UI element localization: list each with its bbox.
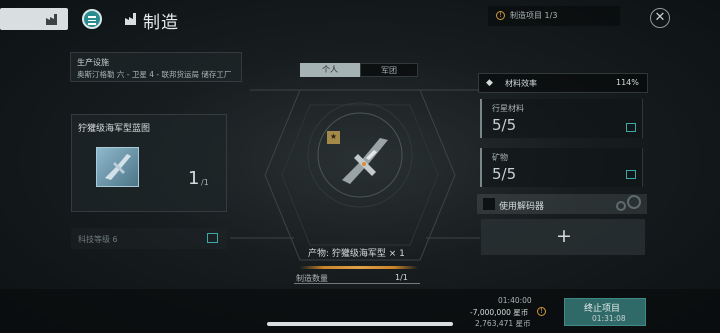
decoder-label: 使用解码器 [499,202,545,212]
warning-icon: ! [537,307,546,316]
quantity-underline [294,283,420,284]
plus-icon: + [556,225,572,247]
product-label: 产物: 狞獾级海军型 × 1 [308,249,405,259]
ship-icon [105,154,131,180]
job-duration: 01:40:00 [498,296,532,305]
tab-personal[interactable]: 个人 [300,63,360,77]
blueprint-count-total: /1 [201,178,209,187]
material-efficiency-value: 114% [616,78,639,87]
checkbox-icon [626,170,636,179]
material-label: 矿物 [492,153,508,162]
home-indicator [267,322,453,326]
material-label: 行星材料 [492,104,524,113]
material-efficiency-label: 材料效率 [505,79,537,88]
ship-model-icon [342,138,388,184]
warning-icon: ! [496,11,505,20]
checkbox-icon [207,233,218,243]
product-divider [300,266,418,269]
checkbox-icon [626,123,636,132]
project-count-text: 制造项目 1/3 [510,11,558,20]
material-value: 5/5 [492,165,517,183]
wallet-balance: 2,763,471 星币 [475,319,531,328]
quantity-value[interactable]: 1/1 [395,273,408,282]
tab-corp[interactable]: 军团 [360,63,418,77]
job-cost: -7,000,000 星币 [470,308,529,317]
material-row-minerals[interactable]: 矿物 5/5 [480,148,643,187]
material-value: 5/5 [492,116,517,134]
gear-icon [616,195,641,211]
material-row-planetary[interactable]: 行星材料 5/5 [480,99,643,138]
end-project-time: 01:31:08 [592,314,626,323]
blueprint-count: 1 [188,168,200,189]
blueprint-thumbnail[interactable] [96,147,139,187]
tech-level-label: 科技等级 6 [78,235,118,244]
close-button[interactable]: ✕ [650,8,670,28]
decoder-checkbox[interactable] [483,198,495,210]
facility-name: 奥斯汀格勒 六 - 卫星 4 - 联邦货运局 储存工厂 [77,70,232,79]
factory-icon [46,14,57,25]
facility-label: 生产设施 [77,58,109,67]
diamond-icon: ◆ [486,78,493,88]
menu-icon [88,16,96,18]
end-project-label: 终止项目 [584,304,621,314]
blueprint-title: 狞獾级海军型蓝图 [78,124,151,134]
menu-button[interactable] [82,9,102,29]
facility-panel[interactable]: 生产设施 奥斯汀格勒 六 - 卫星 4 - 联邦货运局 储存工厂 [70,52,242,82]
page-title: 制造 [143,13,179,33]
factory-title-icon [125,13,136,25]
facility-shortcut-button[interactable] [0,8,68,30]
